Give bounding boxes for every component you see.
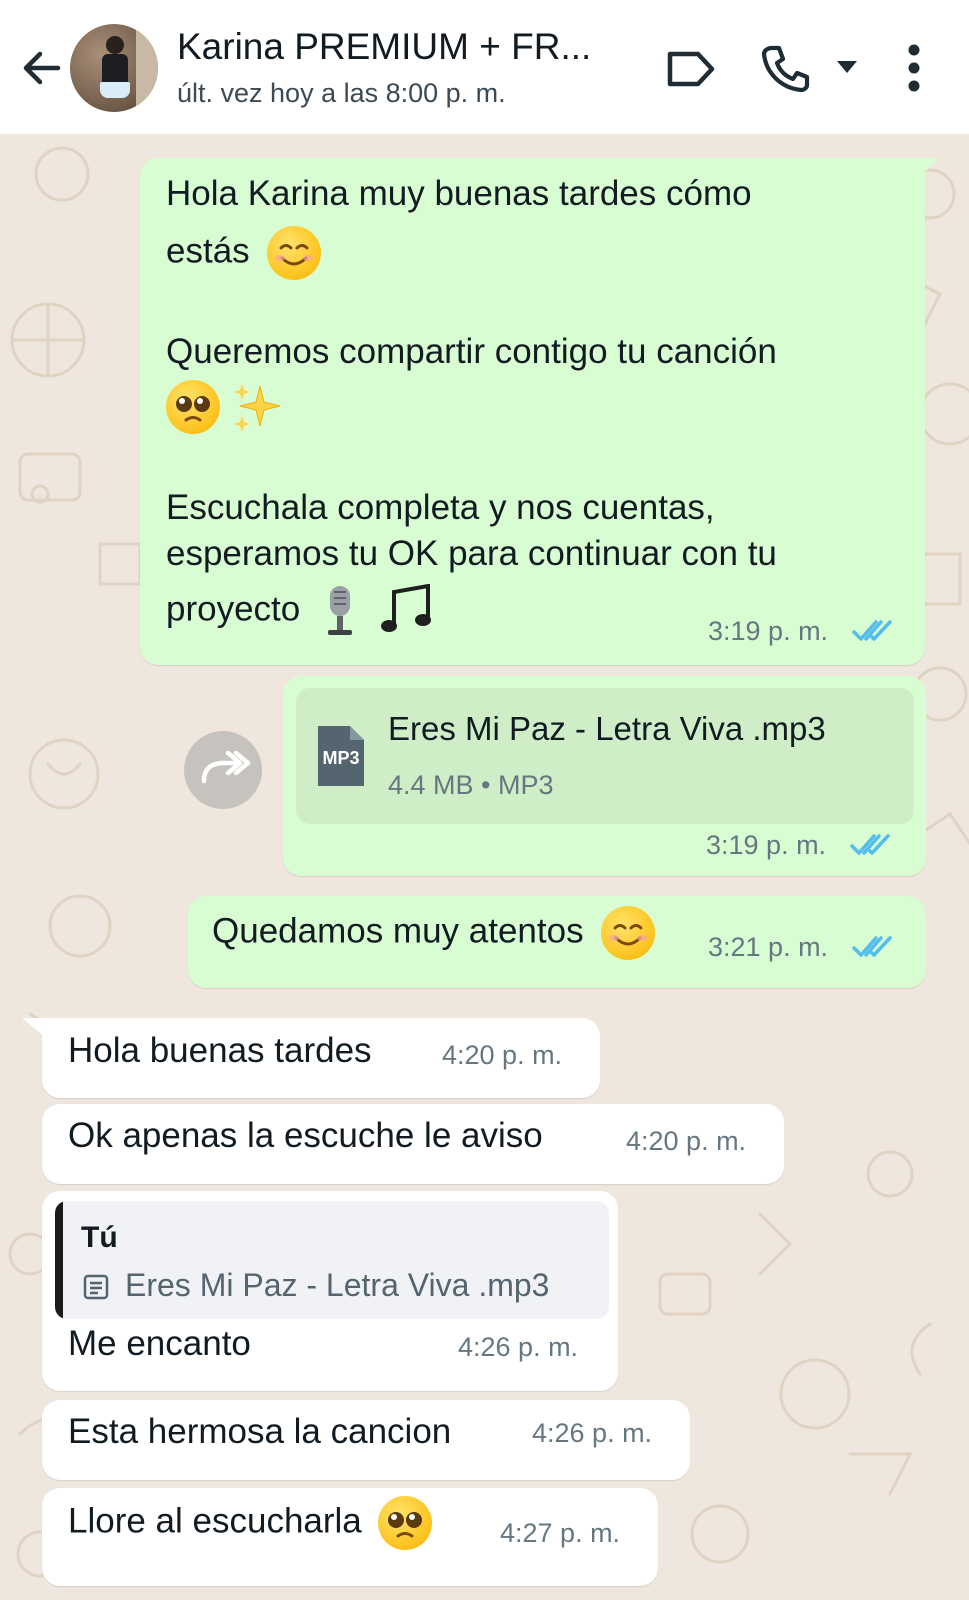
forward-icon [201, 750, 251, 784]
message-time: 4:26 p. m. [458, 1332, 579, 1362]
quote-file-name: Eres Mi Paz - Letra Viva .mp3 [125, 1267, 550, 1303]
quote-bar [55, 1201, 63, 1319]
phone-icon[interactable] [760, 44, 810, 94]
read-receipt-icon [850, 834, 890, 855]
read-receipt-icon [852, 936, 892, 957]
read-receipt-icon [852, 620, 892, 641]
quoted-message[interactable]: Tú Eres Mi Paz - Letra Viva .mp3 [55, 1201, 609, 1319]
more-vert-icon[interactable] [904, 44, 924, 92]
message-time: 4:20 p. m. [442, 1040, 563, 1070]
file-type-badge: MP3 [322, 748, 360, 768]
musical-notes-emoji [380, 584, 431, 632]
pleading-face-emoji [166, 380, 220, 434]
back-arrow-icon[interactable] [18, 46, 62, 90]
message-text: Hola buenas tardes [68, 1031, 372, 1070]
microphone-emoji [327, 586, 352, 635]
avatar[interactable] [70, 24, 158, 112]
message-text: Esta hermosa la cancion [68, 1412, 452, 1451]
message-time: 3:19 p. m. [708, 616, 829, 646]
sparkles-emoji [233, 384, 280, 432]
bubble-tail [918, 158, 940, 178]
quote-author: Tú [81, 1221, 118, 1254]
message-text: Escuchala completa y nos cuentas, [166, 488, 715, 527]
message-text: estás [166, 226, 322, 280]
message-text [166, 380, 284, 434]
contact-name[interactable]: Karina PREMIUM + FR... [177, 26, 627, 68]
smiling-face-emoji [267, 226, 322, 280]
message-time: 3:19 p. m. [706, 830, 827, 860]
message-text: Ok apenas la escuche le aviso [68, 1116, 543, 1155]
file-meta: 4.4 MB • MP3 [388, 770, 554, 800]
smiling-face-emoji [601, 906, 656, 960]
message-time: 3:21 p. m. [708, 932, 829, 962]
message-text: Hola Karina muy buenas tardes cómo [166, 174, 752, 213]
message-text: Me encanto [68, 1324, 251, 1363]
message-text: Llore al escucharla [68, 1496, 432, 1550]
message-time: 4:27 p. m. [500, 1518, 621, 1548]
message-time: 4:26 p. m. [532, 1418, 653, 1448]
message-text: proyecto [166, 584, 438, 638]
chat-header: Karina PREMIUM + FR... últ. vez hoy a la… [0, 0, 969, 134]
label-icon[interactable] [666, 50, 716, 88]
last-seen-status: últ. vez hoy a las 8:00 p. m. [177, 78, 506, 108]
message-text: Quedamos muy atentos [212, 906, 656, 960]
chat-area[interactable]: Hola Karina muy buenas tardes cómo estás… [0, 134, 969, 1600]
forward-button[interactable] [184, 731, 262, 809]
document-icon [83, 1274, 109, 1300]
pleading-face-emoji [377, 1496, 432, 1550]
file-attachment[interactable]: MP3 Eres Mi Paz - Letra Viva .mp3 4.4 MB… [296, 688, 914, 824]
message-time: 4:20 p. m. [626, 1126, 747, 1156]
message-text: Queremos compartir contigo tu canción [166, 332, 777, 371]
message-text: esperamos tu OK para continuar con tu [166, 534, 777, 573]
caret-down-icon[interactable] [836, 60, 858, 74]
file-name: Eres Mi Paz - Letra Viva .mp3 [388, 710, 826, 747]
